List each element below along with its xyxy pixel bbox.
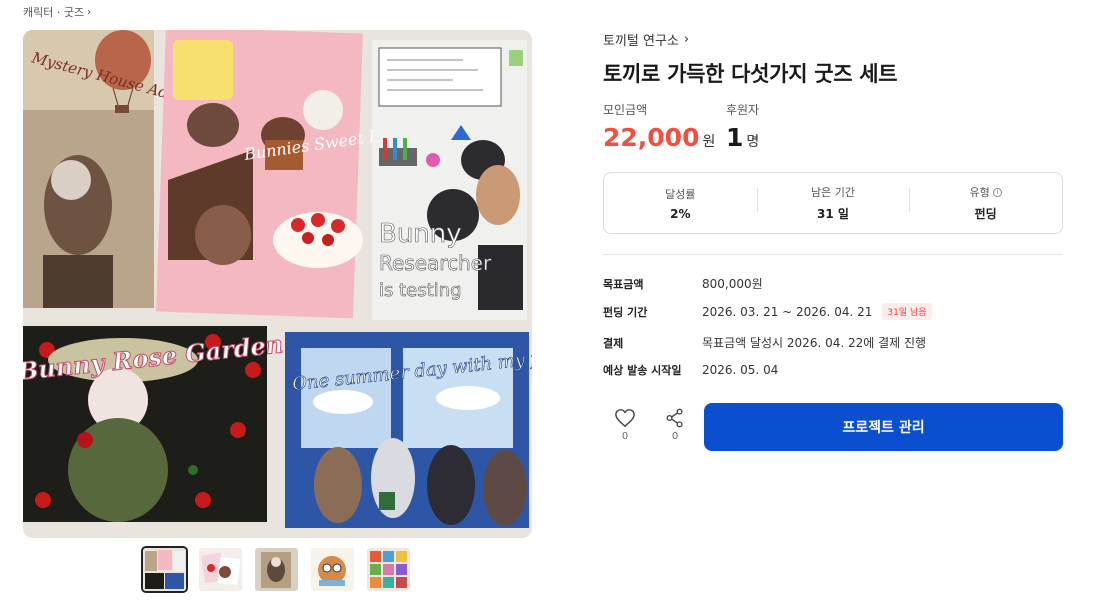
section-divider bbox=[603, 254, 1063, 255]
share-count: 0 bbox=[671, 431, 679, 442]
backers-count: 1 명 bbox=[726, 123, 759, 152]
period-key: 펀딩 기간 bbox=[603, 305, 648, 319]
achievement-label: 달성률 bbox=[665, 187, 696, 201]
days-remaining-badge: 31일 남음 bbox=[882, 303, 932, 320]
remaining-value: 31 일 bbox=[817, 207, 849, 221]
main-product-image[interactable]: Mystery House Adventure! Bunnies Sweet P… bbox=[23, 30, 532, 538]
card-rose-garden: Bunny Rose Garden bbox=[23, 326, 285, 522]
thumbnail-5[interactable] bbox=[365, 546, 412, 593]
funding-amount-value: 22,000 bbox=[603, 123, 700, 152]
project-title: 토끼로 가득한 다섯가지 굿즈 세트 bbox=[603, 62, 898, 86]
card3-line1: Bunny bbox=[379, 219, 462, 249]
type-label: 유형 bbox=[969, 186, 990, 199]
type-value: 펀딩 bbox=[974, 207, 997, 221]
detail-payment: 결제 목표금액 달성시 2026. 04. 22에 결제 진행 bbox=[603, 334, 926, 351]
backers-count-unit: 명 bbox=[746, 134, 760, 150]
detail-period: 펀딩 기간 2026. 03. 21 ~ 2026. 04. 21 31일 남음 bbox=[603, 303, 932, 320]
thumbnail-4[interactable] bbox=[309, 546, 356, 593]
shipping-key: 예상 발송 시작일 bbox=[603, 364, 682, 377]
funding-amount-unit: 원 bbox=[702, 134, 716, 150]
share-icon bbox=[666, 408, 683, 428]
breadcrumb[interactable]: 캐릭터 · 굿즈 › bbox=[23, 4, 91, 20]
thumbnail-2[interactable] bbox=[197, 546, 244, 593]
chevron-right-icon: › bbox=[683, 32, 690, 47]
info-icon[interactable]: i bbox=[992, 187, 1002, 197]
like-button[interactable]: 0 bbox=[610, 408, 640, 442]
creator-link[interactable]: 토끼털 연구소 › bbox=[603, 30, 689, 49]
postcards-collage: Mystery House Adventure! Bunnies Sweet P… bbox=[23, 30, 532, 538]
backers-label: 후원자 bbox=[726, 103, 760, 117]
detail-shipping: 예상 발송 시작일 2026. 05. 04 bbox=[603, 362, 778, 378]
card-summer-day: One summer day with my friends bbox=[285, 332, 532, 528]
shipping-value: 2026. 05. 04 bbox=[702, 363, 779, 377]
achievement-rate: 달성률 2% bbox=[604, 186, 757, 221]
period-value: 2026. 03. 21 ~ 2026. 04. 21 bbox=[702, 304, 873, 319]
breadcrumb-label: 캐릭터 · 굿즈 bbox=[23, 6, 85, 19]
share-button[interactable]: 0 bbox=[660, 408, 690, 442]
manage-project-button[interactable]: 프로젝트 관리 bbox=[704, 403, 1063, 451]
like-count: 0 bbox=[621, 431, 629, 442]
goal-key: 목표금액 bbox=[603, 277, 644, 291]
remaining-period: 남은 기간 31 일 bbox=[756, 184, 910, 222]
thumbnail-1[interactable] bbox=[141, 546, 188, 593]
card3-line3: is testing bbox=[379, 280, 462, 301]
card3-line2: Researcher bbox=[379, 251, 492, 275]
creator-name: 토끼털 연구소 bbox=[603, 34, 679, 49]
chevron-right-icon: › bbox=[87, 6, 92, 18]
achievement-value: 2% bbox=[670, 206, 691, 221]
remaining-label: 남은 기간 bbox=[811, 186, 855, 199]
thumbnail-3[interactable] bbox=[253, 546, 300, 593]
summary-box: 달성률 2% 남은 기간 31 일 유형 i 펀딩 bbox=[603, 172, 1063, 234]
detail-goal: 목표금액 800,000원 bbox=[603, 275, 763, 292]
funding-amount: 22,000 원 bbox=[603, 123, 715, 152]
thumbnail-strip bbox=[141, 546, 412, 593]
backers-count-value: 1 bbox=[726, 123, 744, 152]
card-bunny-researcher: Bunny Researcher is testing bbox=[372, 40, 527, 320]
funding-label: 모인금액 bbox=[603, 103, 648, 117]
payment-key: 결제 bbox=[603, 336, 624, 350]
heart-icon bbox=[615, 409, 635, 428]
project-type: 유형 i 펀딩 bbox=[909, 184, 1062, 222]
goal-value: 800,000원 bbox=[702, 277, 763, 291]
payment-value: 목표금액 달성시 2026. 04. 22에 결제 진행 bbox=[702, 336, 927, 350]
